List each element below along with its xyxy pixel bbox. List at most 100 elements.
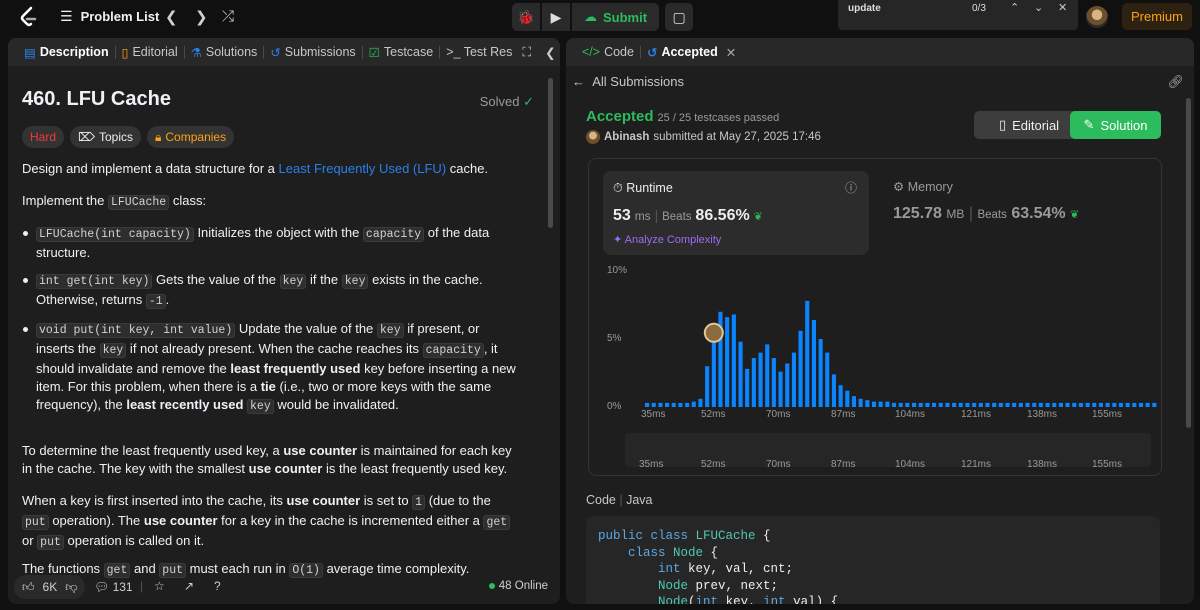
distribution-bar[interactable] [978, 402, 983, 407]
distribution-bar[interactable] [912, 402, 917, 407]
shuffle-icon[interactable]: ⤮ [222, 8, 234, 25]
tab-solutions[interactable]: ⚗ Solutions [185, 45, 264, 60]
distribution-bar[interactable] [658, 402, 663, 407]
distribution-bar[interactable] [758, 352, 763, 407]
prev-problem-icon[interactable]: ❮ [165, 8, 178, 26]
tab-submissions[interactable]: ↺ Submissions [264, 45, 361, 60]
tab-test-result[interactable]: >_ Test Res [440, 45, 518, 59]
help-icon[interactable]: ? [214, 579, 221, 593]
distribution-bar[interactable] [811, 320, 816, 407]
distribution-bar[interactable] [685, 402, 690, 407]
distribution-bar[interactable] [778, 371, 783, 407]
distribution-bar[interactable] [958, 402, 963, 407]
distribution-bar[interactable] [905, 402, 910, 407]
tab-editorial[interactable]: ▯ Editorial [116, 45, 184, 60]
description-scrollbar[interactable] [548, 78, 553, 228]
distribution-bar[interactable] [831, 374, 836, 407]
thumbs-up-icon[interactable]: 👍︎ [22, 580, 35, 595]
distribution-bar[interactable] [965, 402, 970, 407]
next-problem-icon[interactable]: ❯ [195, 8, 208, 26]
topics-chip[interactable]: ⌦ Topics [70, 126, 141, 148]
find-close-icon[interactable]: ✕ [1058, 1, 1067, 14]
distribution-bar[interactable] [738, 341, 743, 407]
distribution-bar[interactable] [872, 401, 877, 407]
link-icon[interactable]: 🔗︎ [1167, 74, 1184, 90]
distribution-bar[interactable] [865, 400, 870, 407]
distribution-bar[interactable] [1045, 402, 1050, 407]
share-icon[interactable]: ↗ [184, 579, 194, 593]
maximize-icon[interactable]: ⛶ [522, 45, 531, 60]
tab-accepted[interactable]: ↺ Accepted ✕ [641, 45, 742, 60]
distribution-bar[interactable] [1038, 402, 1043, 407]
notes-icon[interactable]: ▢ [665, 3, 694, 31]
distribution-bar[interactable] [745, 368, 750, 407]
close-tab-icon[interactable]: ✕ [726, 45, 736, 60]
username[interactable]: Abinash [604, 131, 649, 143]
distribution-bar[interactable] [998, 402, 1003, 407]
distribution-bar[interactable] [725, 317, 730, 407]
distribution-bar[interactable] [1092, 402, 1097, 407]
distribution-bar[interactable] [1139, 402, 1144, 407]
distribution-bar[interactable] [932, 402, 937, 407]
your-runtime-marker[interactable] [703, 322, 724, 343]
thumbs-down-icon[interactable]: 👎︎ [65, 580, 77, 595]
distribution-bar[interactable] [885, 401, 890, 407]
distribution-bar[interactable] [858, 398, 863, 407]
code-block[interactable]: public class LFUCache { class Node { int… [586, 516, 1160, 604]
distribution-bar[interactable] [731, 314, 736, 408]
distribution-bar[interactable] [1085, 402, 1090, 407]
distribution-bar[interactable] [985, 402, 990, 407]
distribution-bar[interactable] [1058, 402, 1063, 407]
tab-testcase[interactable]: ☑ Testcase [363, 45, 440, 60]
distribution-bar[interactable] [1065, 402, 1070, 407]
distribution-bar[interactable] [818, 339, 823, 407]
distribution-bar[interactable] [1012, 402, 1017, 407]
submit-button[interactable]: ☁ Submit [572, 3, 660, 31]
distribution-bar[interactable] [1005, 402, 1010, 407]
collapse-icon[interactable]: ❮ [545, 45, 555, 60]
distribution-bar[interactable] [952, 402, 957, 407]
runtime-distribution-chart[interactable] [589, 159, 1163, 477]
submission-scrollbar[interactable] [1186, 98, 1191, 428]
distribution-bar[interactable] [1072, 402, 1077, 407]
solution-button[interactable]: ✎ Solution [1070, 111, 1161, 139]
tab-code[interactable]: </> Code [576, 45, 640, 59]
distribution-bar[interactable] [851, 396, 856, 407]
distribution-bar[interactable] [751, 358, 756, 407]
distribution-bar[interactable] [1018, 402, 1023, 407]
distribution-bar[interactable] [1052, 402, 1057, 407]
distribution-bar[interactable] [1025, 402, 1030, 407]
distribution-bar[interactable] [698, 398, 703, 407]
distribution-bar[interactable] [645, 402, 650, 407]
distribution-bar[interactable] [938, 402, 943, 407]
distribution-bar[interactable] [918, 402, 923, 407]
companies-chip[interactable]: 🔒︎ Companies [147, 126, 235, 148]
find-query[interactable]: update [848, 3, 881, 14]
debug-icon[interactable]: 🐞 [512, 3, 540, 31]
distribution-bar[interactable] [1145, 402, 1150, 407]
premium-button[interactable]: Premium [1122, 3, 1192, 30]
distribution-bar[interactable] [1112, 402, 1117, 407]
distribution-bar[interactable] [671, 402, 676, 407]
distribution-bar[interactable] [798, 330, 803, 407]
distribution-bar[interactable] [765, 344, 770, 407]
distribution-bar[interactable] [1118, 402, 1123, 407]
distribution-bar[interactable] [1032, 402, 1037, 407]
distribution-bar[interactable] [785, 363, 790, 408]
distribution-bar[interactable] [771, 358, 776, 407]
distribution-bar[interactable] [691, 401, 696, 407]
find-prev-icon[interactable]: ⌃ [1010, 1, 1019, 14]
problem-list-button[interactable]: ☰ Problem List [60, 8, 159, 25]
distribution-bar[interactable] [838, 385, 843, 407]
distribution-bar[interactable] [1105, 402, 1110, 407]
run-button[interactable]: ▶ [542, 3, 570, 31]
leetcode-logo-icon[interactable] [18, 6, 38, 28]
user-avatar[interactable] [1086, 6, 1108, 28]
back-to-submissions[interactable]: ← All Submissions [572, 74, 684, 89]
distribution-bar[interactable] [1125, 402, 1130, 407]
star-icon[interactable]: ☆ [154, 579, 165, 593]
tab-description[interactable]: ▤ Description [18, 45, 115, 60]
distribution-bar[interactable] [665, 402, 670, 407]
comment-button[interactable]: 💬︎ 131 [94, 580, 133, 594]
distribution-bar[interactable] [805, 300, 810, 407]
